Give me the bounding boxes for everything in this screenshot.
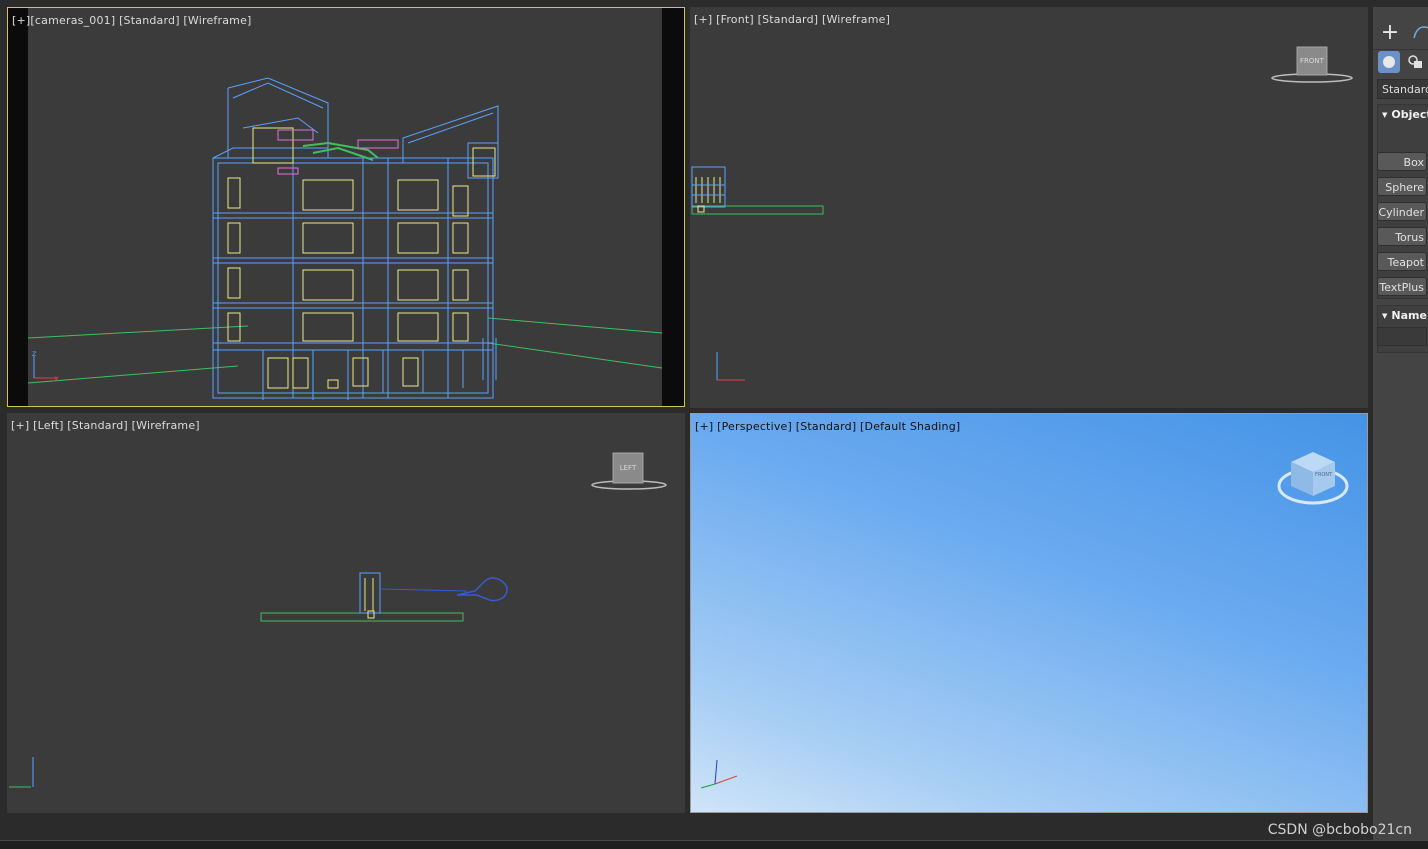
viewport-standard-mode[interactable]: [Standard]: [119, 14, 180, 27]
command-panel-tabs: +: [1373, 15, 1428, 50]
command-panel: + Standard ▼Object Type Box Sphere Cylin…: [1372, 7, 1428, 840]
axis-z-label: z: [32, 349, 36, 358]
viewport-label-camera: [+][cameras_001] [Standard] [Wireframe]: [12, 14, 252, 27]
viewcube[interactable]: FRONT: [1270, 45, 1354, 93]
viewport-perspective[interactable]: [+] [Perspective] [Standard] [Default Sh…: [690, 413, 1368, 813]
shapes-category-icon[interactable]: [1405, 51, 1427, 73]
viewport-left[interactable]: [+] [Left] [Standard] [Wireframe] LEFT: [7, 413, 685, 813]
textplus-button[interactable]: TextPlus: [1377, 277, 1427, 296]
object-type-rollout-header[interactable]: ▼Object Type: [1378, 105, 1428, 125]
create-tab-plus-icon[interactable]: +: [1375, 17, 1405, 47]
perspective-axis: [700, 759, 738, 789]
viewport-front[interactable]: [+] [Front] [Standard] [Wireframe] FRONT: [690, 7, 1368, 408]
left-scene: [9, 572, 508, 788]
teapot-button[interactable]: Teapot: [1377, 252, 1427, 271]
primitive-type-dropdown[interactable]: Standard: [1377, 79, 1428, 99]
viewcube-face-label: FRONT: [1300, 57, 1324, 65]
collapse-triangle-icon: ▼: [1382, 312, 1388, 320]
front-scene: [691, 166, 824, 381]
modify-tab-icon[interactable]: [1411, 17, 1428, 47]
viewport-shading-mode[interactable]: [Wireframe]: [183, 14, 251, 27]
viewcube[interactable]: FRONT: [1277, 448, 1349, 512]
box-button[interactable]: Box: [1377, 152, 1427, 171]
viewport-camera[interactable]: x z y [+][cameras_001] [Standard] [Wiref…: [7, 7, 685, 407]
create-category-row: [1373, 49, 1428, 75]
viewport-point-of-view[interactable]: [cameras_001]: [30, 14, 115, 27]
viewcube-face-label: FRONT: [1315, 472, 1333, 478]
cylinder-button[interactable]: Cylinder: [1377, 202, 1427, 221]
geometry-category-icon[interactable]: [1378, 51, 1400, 73]
torus-button[interactable]: Torus: [1377, 227, 1427, 246]
viewcube[interactable]: LEFT: [589, 451, 673, 499]
object-name-field[interactable]: [1377, 327, 1427, 346]
axis-x-label: x: [54, 374, 59, 383]
sphere-button[interactable]: Sphere: [1377, 177, 1427, 196]
camera-safe-frame: x z y: [28, 8, 662, 406]
viewport-menu-plus[interactable]: [+]: [12, 14, 30, 27]
building-wireframe: x z y: [28, 77, 662, 400]
rollout-title: Name and Color: [1391, 309, 1428, 322]
rollout-title: Object Type: [1391, 108, 1428, 121]
name-color-rollout-header[interactable]: ▼Name and Color: [1378, 306, 1428, 326]
viewcube-face-label: LEFT: [619, 464, 637, 472]
watermark: CSDN @bcbobo21cn: [1267, 822, 1412, 838]
collapse-triangle-icon: ▼: [1382, 111, 1388, 119]
